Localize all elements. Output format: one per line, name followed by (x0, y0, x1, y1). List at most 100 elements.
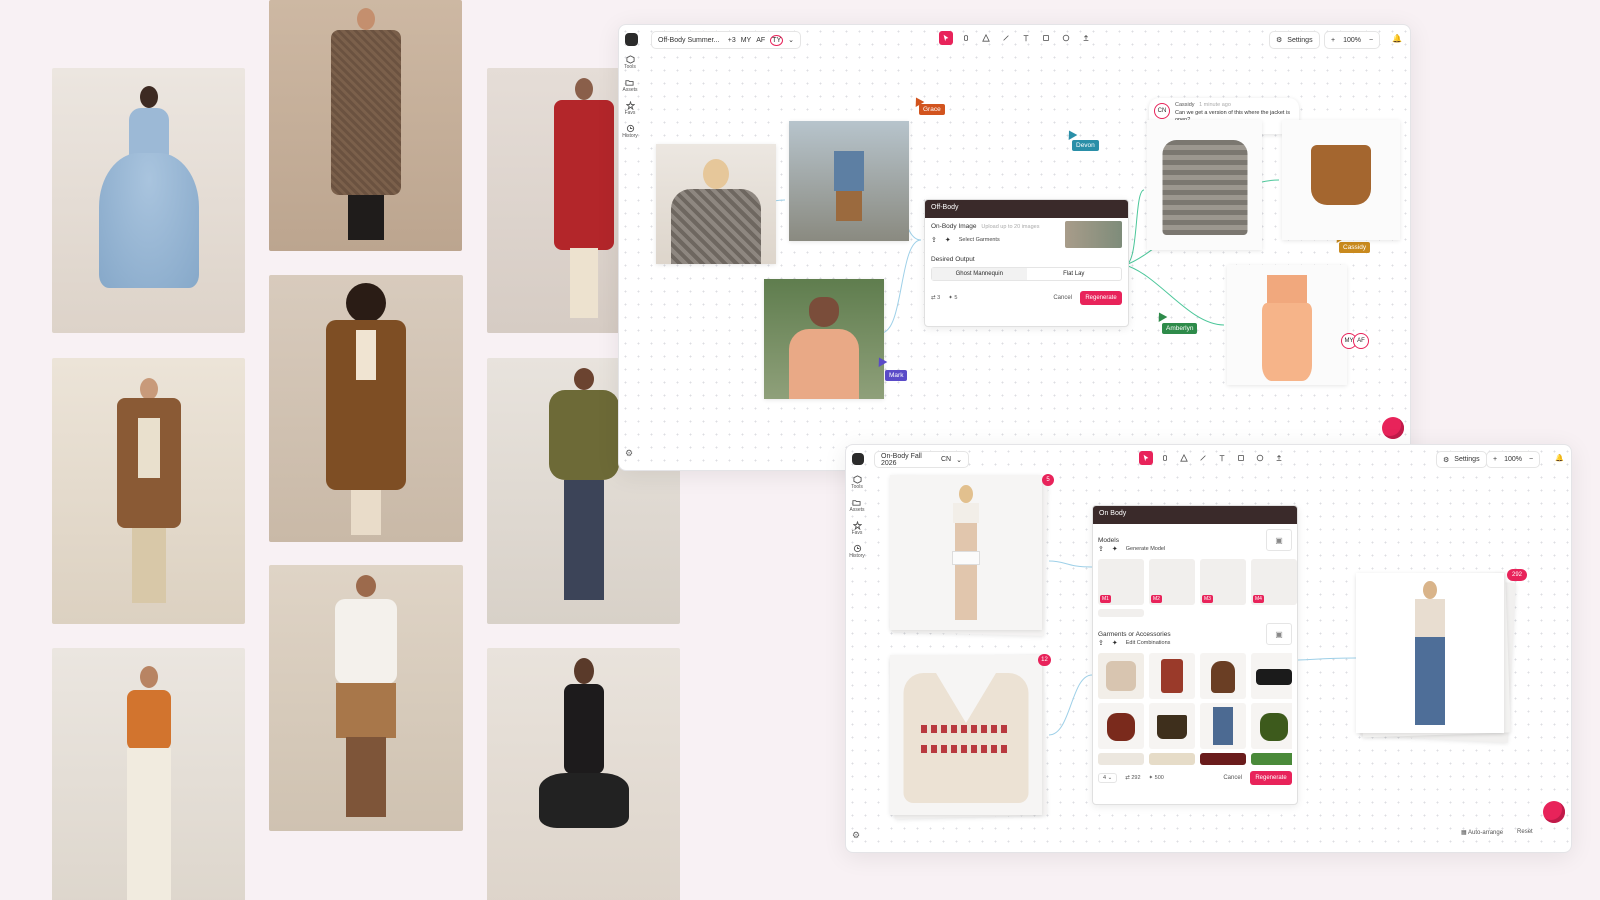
gear-icon[interactable]: ⚙ (852, 830, 860, 841)
image-plaid-jacket-flat[interactable] (1147, 120, 1262, 250)
zoom-in-icon[interactable]: + (1493, 456, 1497, 463)
sparkle-icon[interactable]: ✦ (1112, 545, 1118, 553)
photo-blue-gown (52, 68, 245, 333)
model-thumb[interactable] (1098, 609, 1144, 617)
settings-button[interactable]: ⚙ Settings (1269, 31, 1320, 49)
cancel-button[interactable]: Cancel (1223, 775, 1242, 781)
shape-tool[interactable] (1177, 451, 1191, 465)
reset-button[interactable]: Reset (1517, 829, 1533, 836)
note-icon (1238, 455, 1244, 461)
select-garments-button[interactable]: Select Garments (959, 237, 1000, 243)
garment-thumb[interactable] (1200, 703, 1246, 749)
project-switcher[interactable]: Off-Body Summer... +3 MY AF TY ⌄ (651, 31, 801, 49)
zoom-out-icon[interactable]: − (1369, 37, 1373, 44)
sidebar-item-assets[interactable]: Assets (849, 498, 865, 513)
triangle-icon (982, 34, 990, 42)
image-paris-street[interactable] (789, 121, 909, 241)
hand-icon (1163, 455, 1167, 461)
image-hint: Upload up to 20 images (981, 224, 1040, 230)
image-garden-portrait[interactable] (764, 279, 884, 399)
selected-image-thumb[interactable] (1065, 221, 1122, 248)
project-switcher[interactable]: On-Body Fall 2026 CN ⌄ (874, 451, 969, 468)
pen-tool[interactable] (1196, 451, 1210, 465)
mascot-icon[interactable] (1543, 801, 1565, 823)
avatar-group[interactable]: MY AF (1341, 333, 1369, 349)
auto-arrange-button[interactable]: ▦ Auto-arrange (1461, 829, 1503, 836)
comment-tool[interactable] (1059, 31, 1073, 45)
output-card[interactable] (1356, 573, 1504, 733)
quantity-select[interactable]: 4 ⌄ (1098, 773, 1118, 783)
sidebar-item-assets[interactable]: Assets (622, 78, 638, 93)
sidebar-item-favs[interactable]: Favs (625, 101, 635, 116)
generate-model-button[interactable]: Generate Model (1126, 546, 1165, 552)
garment-thumb[interactable] (1098, 653, 1144, 699)
app-logo[interactable] (625, 33, 638, 46)
model-thumb[interactable]: M2 (1149, 559, 1195, 605)
comment-tool[interactable] (1253, 451, 1267, 465)
image-icon[interactable]: ▣ (1266, 529, 1292, 551)
gear-icon[interactable]: ⚙ (625, 448, 633, 459)
sidebar-item-tools[interactable]: Tools (624, 55, 636, 70)
image-peach-dress[interactable] (1227, 265, 1347, 385)
garment-thumb[interactable] (1200, 653, 1246, 699)
garment-thumb[interactable] (1251, 753, 1292, 765)
regenerate-button[interactable]: Regenerate (1080, 291, 1122, 305)
model-thumb[interactable]: M4 (1251, 559, 1297, 605)
model-thumb[interactable]: M1 (1098, 559, 1144, 605)
mascot-icon[interactable] (1382, 417, 1404, 439)
garment-card[interactable] (890, 655, 1042, 815)
select-tool[interactable] (1139, 451, 1153, 465)
sidebar-item-favs[interactable]: Favs (852, 521, 862, 536)
chevron-down-icon[interactable]: ⌄ (956, 456, 962, 464)
garment-thumb[interactable] (1149, 653, 1195, 699)
export-tool[interactable] (1079, 31, 1093, 45)
chevron-down-icon[interactable]: ⌄ (788, 36, 794, 44)
text-tool[interactable] (1215, 451, 1229, 465)
image-icon[interactable]: ▣ (1266, 623, 1292, 645)
cursor-label: Mark (885, 370, 908, 381)
sidebar-item-tools[interactable]: Tools (851, 475, 863, 490)
export-tool[interactable] (1272, 451, 1286, 465)
model-thumb[interactable]: M3 (1200, 559, 1246, 605)
sparkle-icon[interactable]: ✦ (945, 236, 951, 244)
text-tool[interactable] (1019, 31, 1033, 45)
zoom-control[interactable]: + 100% − (1486, 451, 1541, 468)
model-card[interactable] (890, 475, 1042, 630)
garment-thumb[interactable] (1098, 753, 1144, 765)
bell-icon[interactable]: 🔔 (1392, 34, 1402, 43)
sidebar-item-history[interactable]: History (622, 124, 638, 139)
sparkle-icon[interactable]: ✦ (1112, 639, 1118, 647)
garment-thumb[interactable] (1149, 703, 1195, 749)
edit-combinations-button[interactable]: Edit Combinations (1126, 640, 1171, 646)
hand-tool[interactable] (1158, 451, 1172, 465)
garment-thumb[interactable] (1200, 753, 1246, 765)
bell-icon[interactable]: 🔔 (1555, 454, 1564, 462)
cursor-label: Grace (919, 104, 945, 115)
cancel-button[interactable]: Cancel (1053, 295, 1072, 301)
sidebar-label: Assets (622, 87, 638, 93)
zoom-in-icon[interactable]: + (1331, 37, 1335, 44)
select-tool[interactable] (939, 31, 953, 45)
upload-icon[interactable]: ⇪ (931, 236, 937, 244)
image-brown-skirt[interactable] (1282, 120, 1400, 240)
settings-button[interactable]: ⚙ Settings (1436, 451, 1487, 468)
pen-tool[interactable] (999, 31, 1013, 45)
zoom-control[interactable]: + 100% − (1324, 31, 1381, 49)
option-ghost-mannequin[interactable]: Ghost Mannequin (932, 268, 1027, 280)
sidebar-item-history[interactable]: History (849, 544, 865, 559)
hand-tool[interactable] (959, 31, 973, 45)
garment-thumb[interactable] (1098, 703, 1144, 749)
note-tool[interactable] (1039, 31, 1053, 45)
image-plaid-jacket-model[interactable] (656, 144, 776, 264)
garment-thumb[interactable] (1251, 653, 1292, 699)
upload-icon[interactable]: ⇪ (1098, 639, 1104, 647)
regenerate-button[interactable]: Regenerate (1250, 771, 1292, 785)
app-logo[interactable] (852, 453, 864, 465)
note-tool[interactable] (1234, 451, 1248, 465)
shape-tool[interactable] (979, 31, 993, 45)
garment-thumb[interactable] (1251, 703, 1292, 749)
zoom-out-icon[interactable]: − (1529, 456, 1533, 463)
upload-icon[interactable]: ⇪ (1098, 545, 1104, 553)
option-flat-lay[interactable]: Flat Lay (1027, 268, 1122, 280)
garment-thumb[interactable] (1149, 753, 1195, 765)
